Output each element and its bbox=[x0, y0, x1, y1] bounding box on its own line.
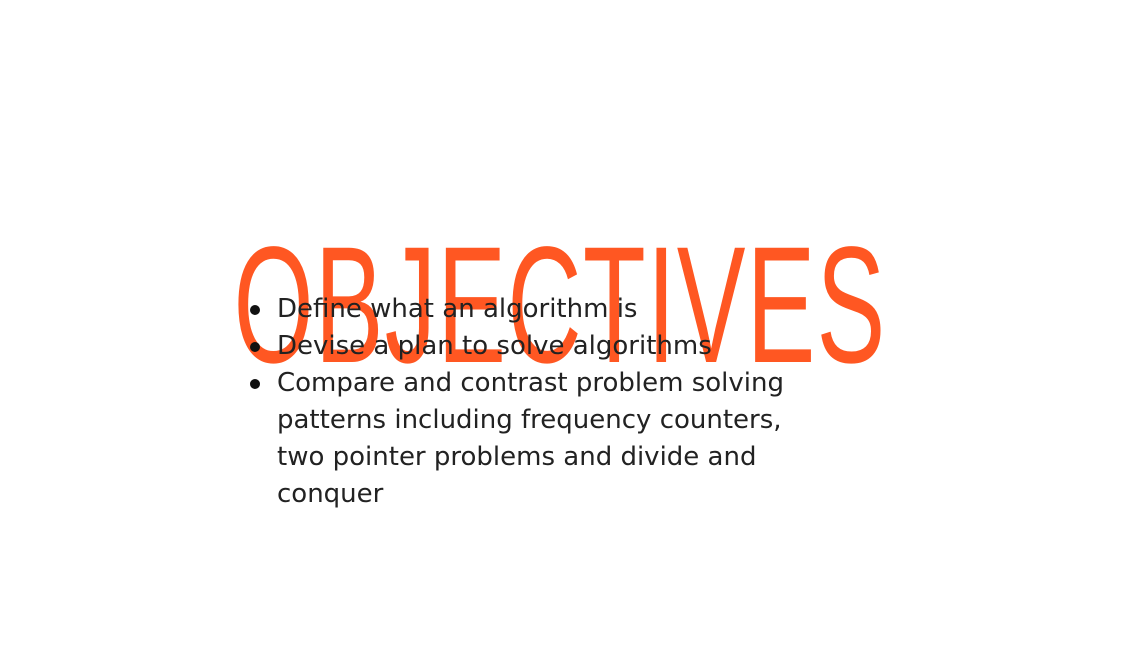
objective-text: Devise a plan to solve algorithms bbox=[277, 331, 712, 361]
bullet-icon bbox=[250, 379, 260, 389]
objective-item: Define what an algorithm is bbox=[244, 291, 834, 328]
objectives-list: Define what an algorithm is Devise a pla… bbox=[244, 291, 834, 513]
bullet-icon bbox=[250, 305, 260, 315]
objective-item: Devise a plan to solve algorithms bbox=[244, 328, 834, 365]
slide: OBJECTIVES Define what an algorithm is D… bbox=[0, 0, 1136, 672]
objective-item: Compare and contrast problem solving pat… bbox=[244, 365, 834, 513]
objective-text: Compare and contrast problem solving pat… bbox=[277, 368, 784, 509]
objective-text: Define what an algorithm is bbox=[277, 294, 638, 324]
bullet-icon bbox=[250, 342, 260, 352]
